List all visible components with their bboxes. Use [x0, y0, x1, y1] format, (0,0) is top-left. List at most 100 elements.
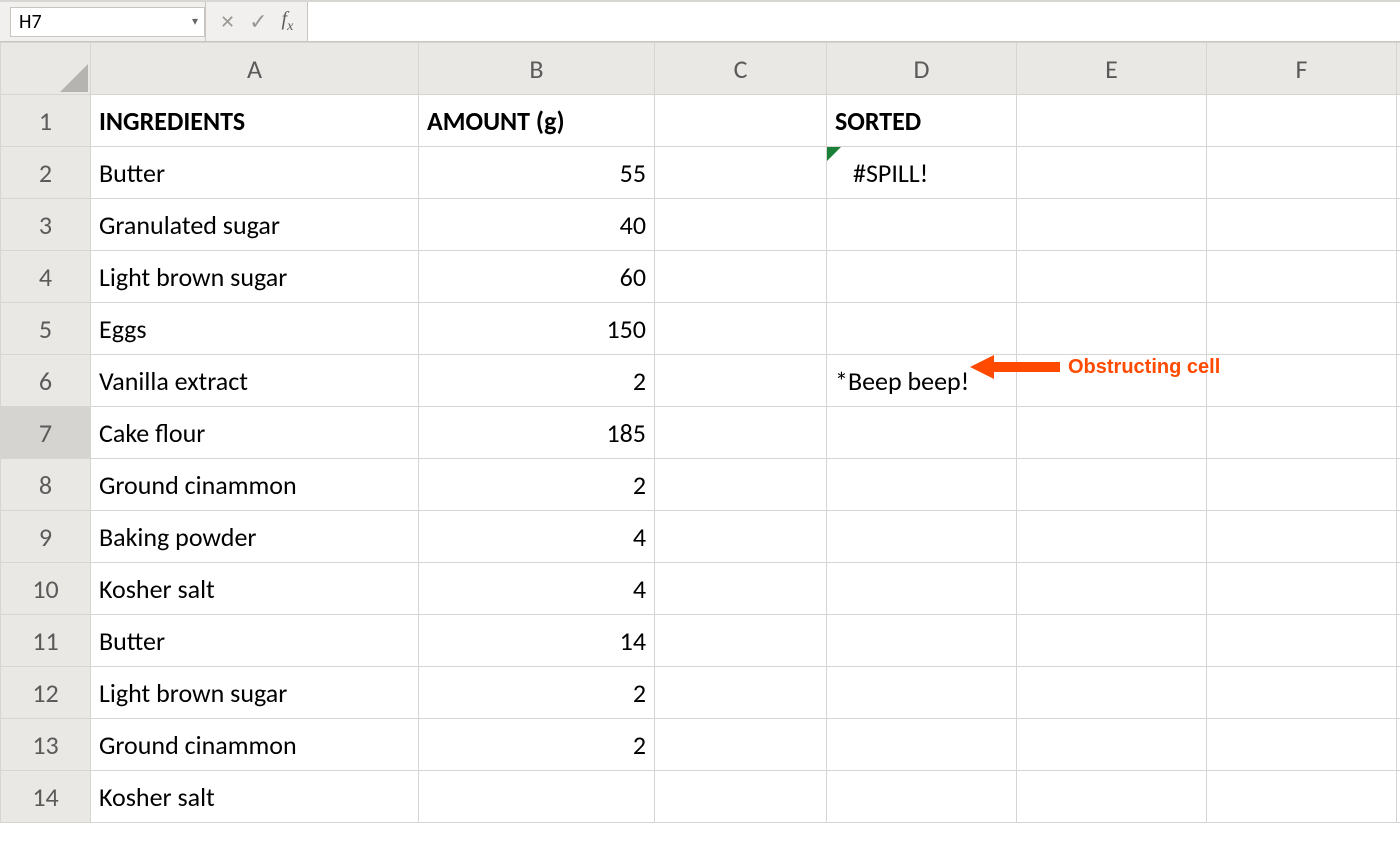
col-header-D[interactable]: D: [827, 43, 1017, 95]
cell-E3[interactable]: [1017, 199, 1207, 251]
cell-D5[interactable]: [827, 303, 1017, 355]
cell-B13[interactable]: 2: [419, 719, 655, 771]
cell-G9[interactable]: [1397, 511, 1400, 563]
cell-G10[interactable]: [1397, 563, 1400, 615]
cell-C1[interactable]: [655, 95, 827, 147]
cell-A6[interactable]: Vanilla extract: [91, 355, 419, 407]
cell-C8[interactable]: [655, 459, 827, 511]
col-header-B[interactable]: B: [419, 43, 655, 95]
enter-icon[interactable]: ✓: [249, 8, 267, 35]
cell-G7[interactable]: [1397, 407, 1400, 459]
cell-D13[interactable]: [827, 719, 1017, 771]
chevron-down-icon[interactable]: ▾: [192, 14, 198, 29]
cell-D14[interactable]: [827, 771, 1017, 823]
cell-D6[interactable]: *Beep beep!: [827, 355, 1017, 407]
row-header-12[interactable]: 12: [1, 667, 91, 719]
cell-E10[interactable]: [1017, 563, 1207, 615]
cell-F10[interactable]: [1207, 563, 1397, 615]
formula-input[interactable]: [308, 2, 1400, 41]
cell-B1[interactable]: AMOUNT (g): [419, 95, 655, 147]
cell-F1[interactable]: [1207, 95, 1397, 147]
cell-E14[interactable]: [1017, 771, 1207, 823]
cell-E2[interactable]: [1017, 147, 1207, 199]
cell-C12[interactable]: [655, 667, 827, 719]
cell-E12[interactable]: [1017, 667, 1207, 719]
cell-F14[interactable]: [1207, 771, 1397, 823]
cell-B11[interactable]: 14: [419, 615, 655, 667]
col-header-C[interactable]: C: [655, 43, 827, 95]
cell-D7[interactable]: [827, 407, 1017, 459]
cell-D9[interactable]: [827, 511, 1017, 563]
cell-C4[interactable]: [655, 251, 827, 303]
cell-G5[interactable]: [1397, 303, 1400, 355]
cell-B4[interactable]: 60: [419, 251, 655, 303]
cell-C5[interactable]: [655, 303, 827, 355]
cell-C3[interactable]: [655, 199, 827, 251]
cell-G3[interactable]: [1397, 199, 1400, 251]
cell-G13[interactable]: [1397, 719, 1400, 771]
cell-G8[interactable]: [1397, 459, 1400, 511]
cell-D10[interactable]: [827, 563, 1017, 615]
cell-F5[interactable]: [1207, 303, 1397, 355]
cell-G11[interactable]: [1397, 615, 1400, 667]
cell-E6[interactable]: [1017, 355, 1207, 407]
cell-F12[interactable]: [1207, 667, 1397, 719]
row-header-2[interactable]: 2: [1, 147, 91, 199]
cell-B9[interactable]: 4: [419, 511, 655, 563]
row-header-13[interactable]: 13: [1, 719, 91, 771]
col-header-G[interactable]: G: [1397, 43, 1400, 95]
cell-A4[interactable]: Light brown sugar: [91, 251, 419, 303]
cell-D11[interactable]: [827, 615, 1017, 667]
cell-F13[interactable]: [1207, 719, 1397, 771]
cell-D8[interactable]: [827, 459, 1017, 511]
cell-B5[interactable]: 150: [419, 303, 655, 355]
cell-G2[interactable]: [1397, 147, 1400, 199]
select-all-corner[interactable]: [1, 43, 91, 95]
cell-E4[interactable]: [1017, 251, 1207, 303]
cell-B14[interactable]: [419, 771, 655, 823]
cell-C14[interactable]: [655, 771, 827, 823]
cell-F6[interactable]: [1207, 355, 1397, 407]
cell-G4[interactable]: [1397, 251, 1400, 303]
cell-C10[interactable]: [655, 563, 827, 615]
row-header-8[interactable]: 8: [1, 459, 91, 511]
cell-B10[interactable]: 4: [419, 563, 655, 615]
cell-C13[interactable]: [655, 719, 827, 771]
cell-F9[interactable]: [1207, 511, 1397, 563]
cell-G6[interactable]: [1397, 355, 1400, 407]
cell-A13[interactable]: Ground cinammon: [91, 719, 419, 771]
cell-B7[interactable]: 185: [419, 407, 655, 459]
cell-E5[interactable]: [1017, 303, 1207, 355]
cell-D3[interactable]: [827, 199, 1017, 251]
cell-F11[interactable]: [1207, 615, 1397, 667]
cancel-icon[interactable]: ✕: [220, 11, 235, 33]
row-header-4[interactable]: 4: [1, 251, 91, 303]
cell-C7[interactable]: [655, 407, 827, 459]
cell-D12[interactable]: [827, 667, 1017, 719]
cell-G12[interactable]: [1397, 667, 1400, 719]
cell-C2[interactable]: [655, 147, 827, 199]
cell-E7[interactable]: [1017, 407, 1207, 459]
row-header-6[interactable]: 6: [1, 355, 91, 407]
cell-E1[interactable]: [1017, 95, 1207, 147]
cell-C9[interactable]: [655, 511, 827, 563]
cell-E8[interactable]: [1017, 459, 1207, 511]
row-header-9[interactable]: 9: [1, 511, 91, 563]
name-box[interactable]: H7 ▾: [10, 7, 205, 37]
cell-B2[interactable]: 55: [419, 147, 655, 199]
cell-F7[interactable]: [1207, 407, 1397, 459]
cell-F8[interactable]: [1207, 459, 1397, 511]
cell-C6[interactable]: [655, 355, 827, 407]
cell-D2[interactable]: #SPILL!: [827, 147, 1017, 199]
cell-A14[interactable]: Kosher salt: [91, 771, 419, 823]
cell-A9[interactable]: Baking powder: [91, 511, 419, 563]
row-header-7[interactable]: 7: [1, 407, 91, 459]
row-header-5[interactable]: 5: [1, 303, 91, 355]
cell-B6[interactable]: 2: [419, 355, 655, 407]
row-header-14[interactable]: 14: [1, 771, 91, 823]
cell-A12[interactable]: Light brown sugar: [91, 667, 419, 719]
col-header-A[interactable]: A: [91, 43, 419, 95]
cell-E11[interactable]: [1017, 615, 1207, 667]
cell-A8[interactable]: Ground cinammon: [91, 459, 419, 511]
cell-E9[interactable]: [1017, 511, 1207, 563]
